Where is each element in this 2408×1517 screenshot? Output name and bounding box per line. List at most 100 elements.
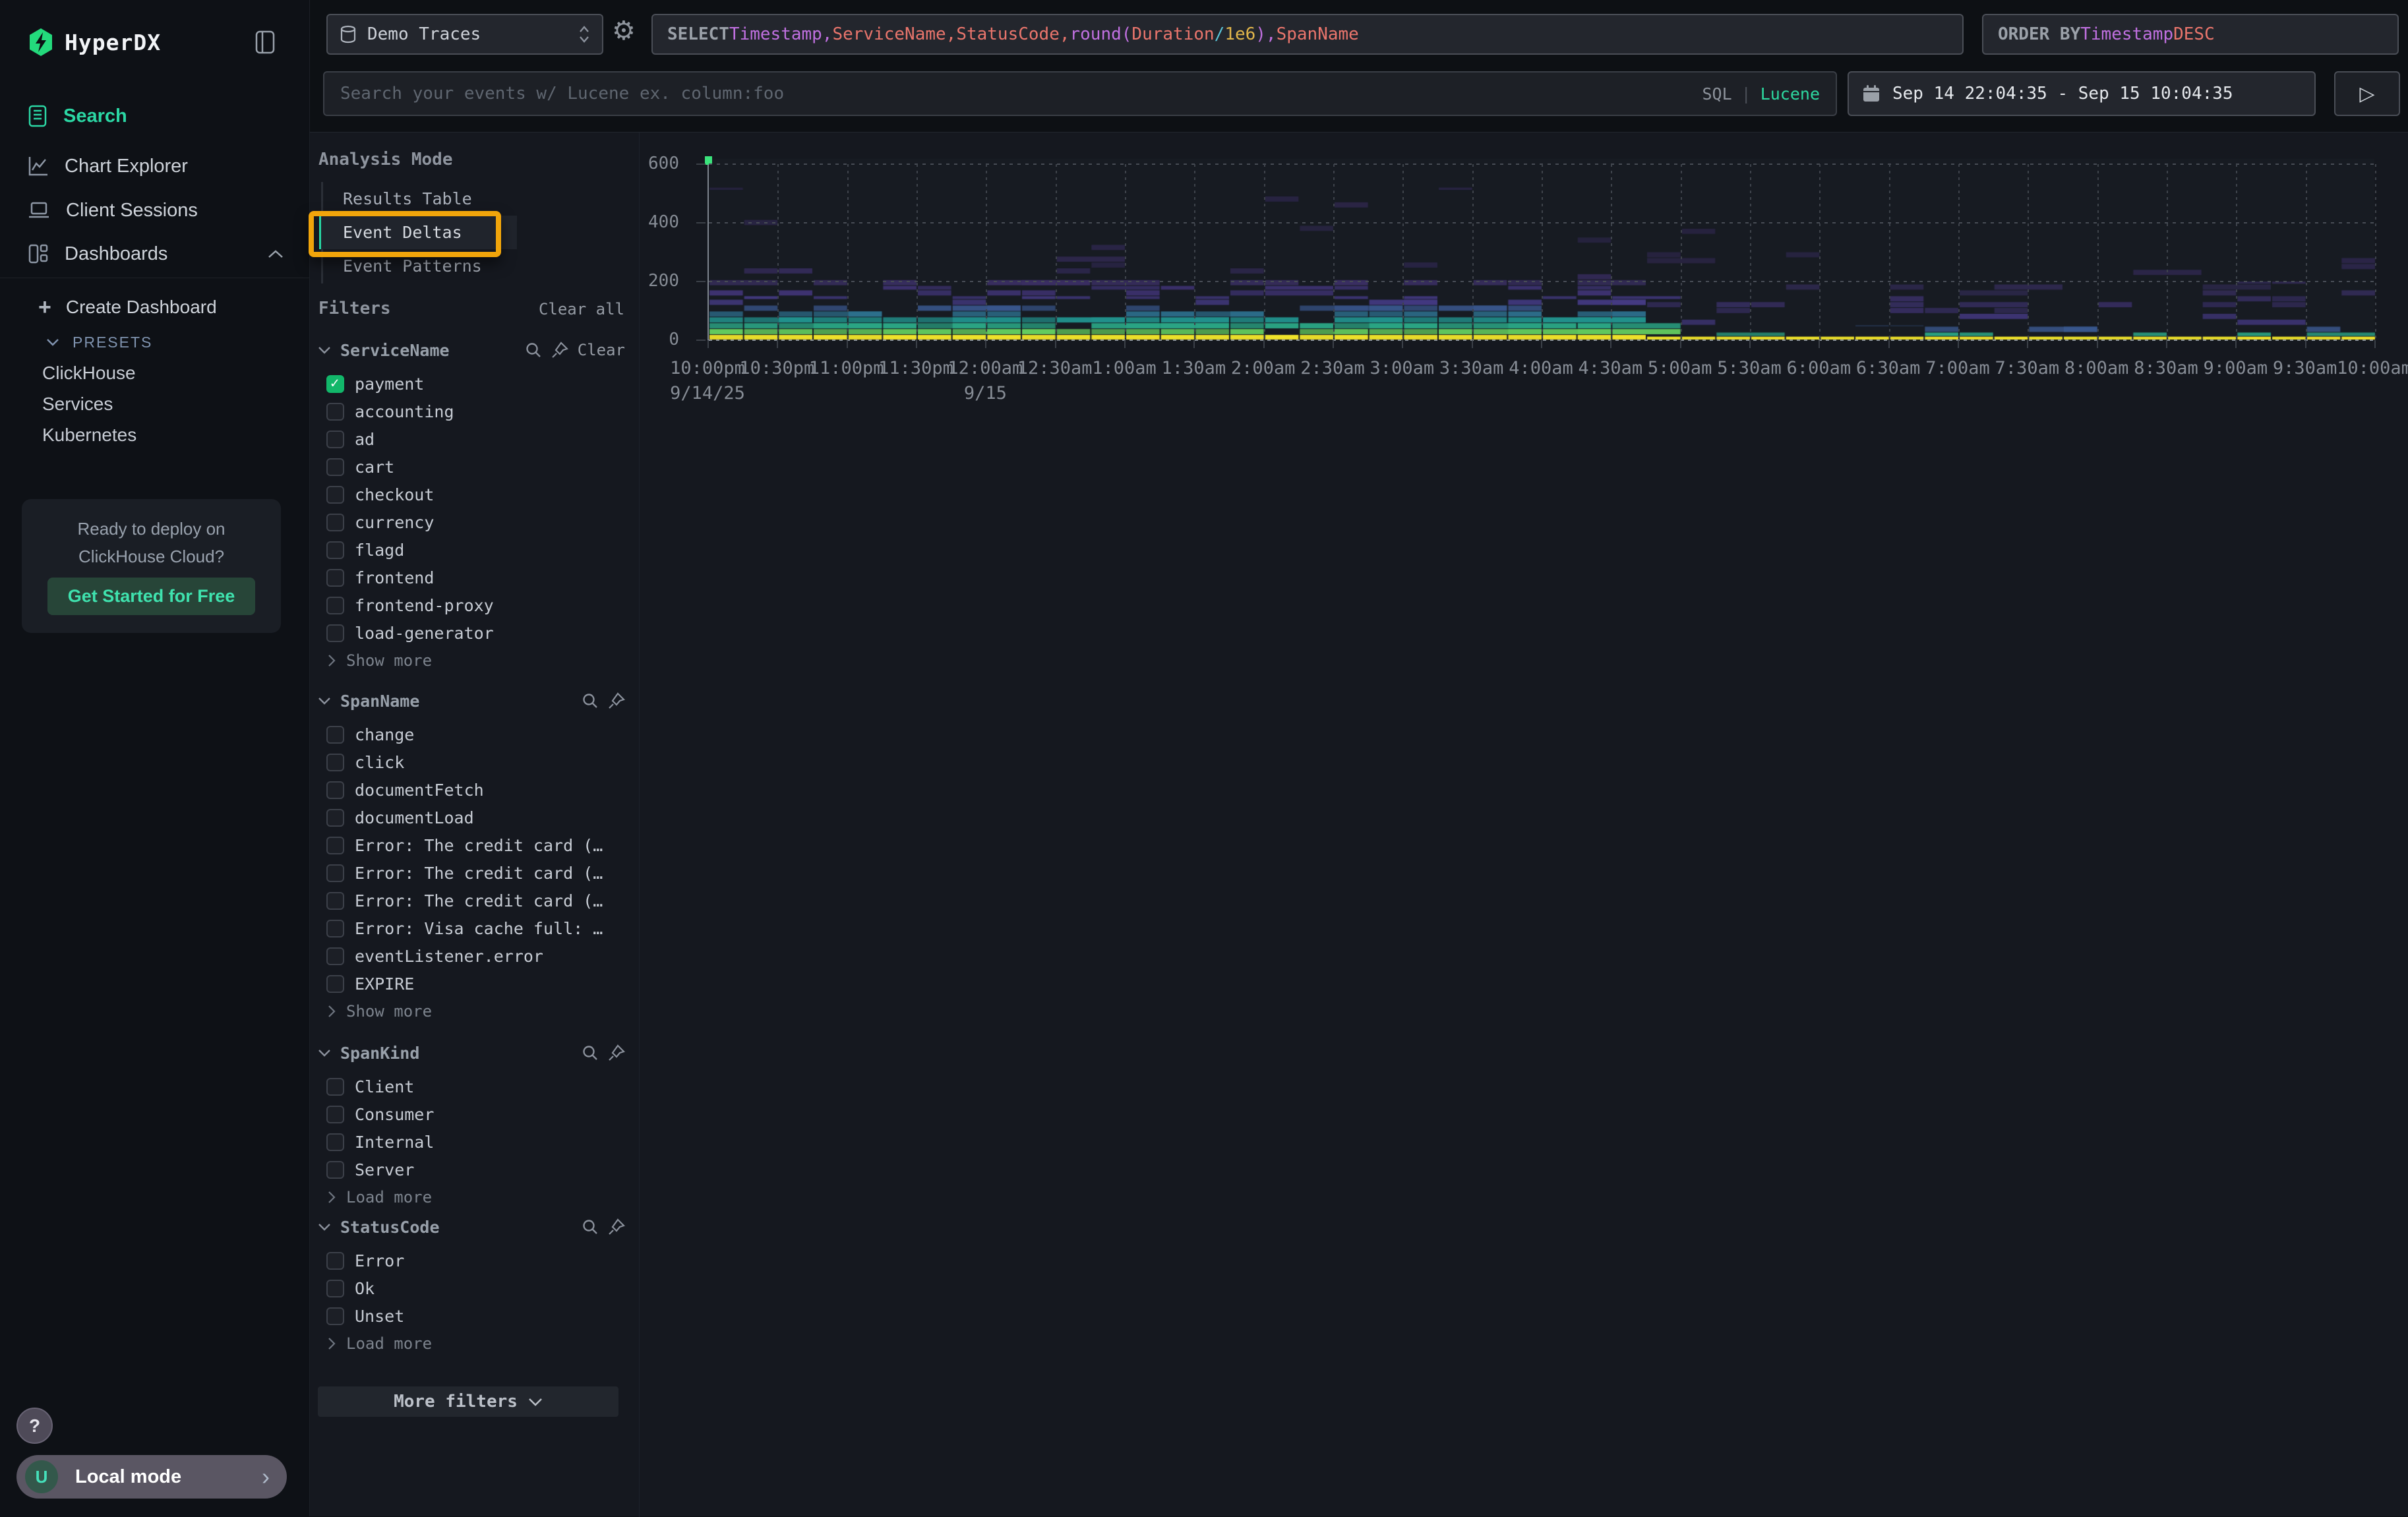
order-by-input[interactable]: ORDER BY Timestamp DESC <box>1982 14 2399 55</box>
checkbox[interactable] <box>326 837 344 854</box>
facet-option-accounting[interactable]: accounting <box>318 400 625 423</box>
facet-option-error-the-credit-card-[interactable]: Error: The credit card (… <box>318 862 625 884</box>
checkbox[interactable] <box>326 597 344 614</box>
sidebar-item-search[interactable]: Search <box>0 98 310 134</box>
facet-option-checkout[interactable]: checkout <box>318 483 625 506</box>
checkbox[interactable] <box>326 1307 344 1325</box>
facet-option-ok[interactable]: Ok <box>318 1277 625 1299</box>
checkbox[interactable] <box>326 892 344 910</box>
checkbox[interactable] <box>326 1252 344 1270</box>
checkbox[interactable] <box>326 975 344 993</box>
preset-clickhouse[interactable]: ClickHouse <box>0 357 310 389</box>
checkbox[interactable] <box>326 403 344 421</box>
facet-option-error-the-credit-card-[interactable]: Error: The credit card (… <box>318 889 625 912</box>
user-menu[interactable]: U Local mode › <box>16 1455 287 1499</box>
search-icon <box>525 342 542 359</box>
search-input[interactable] <box>324 84 1702 104</box>
facet-option-click[interactable]: click <box>318 751 625 773</box>
help-button[interactable]: ? <box>16 1408 53 1444</box>
checkbox[interactable] <box>326 431 344 448</box>
chevron-right-icon: › <box>262 1463 270 1491</box>
get-started-button[interactable]: Get Started for Free <box>47 578 255 615</box>
search-icon <box>582 692 599 709</box>
select-clause-input[interactable]: SELECT Timestamp, ServiceName, StatusCod… <box>651 14 1964 55</box>
checkbox[interactable] <box>326 375 344 393</box>
clear-all-link[interactable]: Clear all <box>539 300 624 318</box>
facet-option-change[interactable]: change <box>318 723 625 746</box>
facet-option-ad[interactable]: ad <box>318 428 625 450</box>
facet-more-link[interactable]: Show more <box>318 649 625 672</box>
facet-header[interactable]: StatusCode <box>318 1216 625 1237</box>
facet-option-currency[interactable]: currency <box>318 511 625 533</box>
gear-icon[interactable]: ⚙ <box>612 16 636 46</box>
facet-option-server[interactable]: Server <box>318 1158 625 1181</box>
facet-servicename: ServiceNameClear payment accounting ad cart c… <box>318 340 625 672</box>
facet-option-documentload[interactable]: documentLoad <box>318 806 625 829</box>
checkbox[interactable] <box>326 809 344 827</box>
checkbox[interactable] <box>326 754 344 771</box>
facet-option-client[interactable]: Client <box>318 1075 625 1098</box>
facet-option-payment[interactable]: payment <box>318 372 625 395</box>
checkbox[interactable] <box>326 1133 344 1151</box>
mode-lucene-toggle[interactable]: Lucene <box>1761 84 1820 104</box>
checkbox[interactable] <box>326 1280 344 1297</box>
facet-option-flagd[interactable]: flagd <box>318 539 625 561</box>
facet-option-documentfetch[interactable]: documentFetch <box>318 779 625 801</box>
facet-option-unset[interactable]: Unset <box>318 1305 625 1327</box>
checkbox[interactable] <box>326 541 344 559</box>
facet-option-internal[interactable]: Internal <box>318 1131 625 1153</box>
facet-header[interactable]: SpanName <box>318 690 625 711</box>
checkbox[interactable] <box>326 569 344 587</box>
facet-header[interactable]: ServiceNameClear <box>318 340 625 361</box>
filters-title: Filters <box>318 299 391 318</box>
facet-option-eventlistener-error[interactable]: eventListener.error <box>318 945 625 967</box>
checkbox[interactable] <box>326 781 344 799</box>
facet-option-consumer[interactable]: Consumer <box>318 1103 625 1125</box>
heatmap-plot-area[interactable] <box>707 159 2374 340</box>
checkbox[interactable] <box>326 458 344 476</box>
facet-more-link[interactable]: Show more <box>318 1000 625 1023</box>
facet-option-load-generator[interactable]: load-generator <box>318 622 625 644</box>
sidebar-item-dashboards[interactable]: Dashboards <box>0 235 310 272</box>
checkbox[interactable] <box>326 726 344 744</box>
checkbox[interactable] <box>326 1078 344 1096</box>
sidebar-collapse-icon[interactable] <box>251 28 280 57</box>
facet-more-link[interactable]: Load more <box>318 1332 625 1355</box>
sidebar-item-client-sessions[interactable]: Client Sessions <box>0 192 310 229</box>
facet-option-cart[interactable]: cart <box>318 456 625 478</box>
run-query-button[interactable]: ▷ <box>2334 71 2400 116</box>
x-axis-tick <box>2166 340 2167 348</box>
facet-option-expire[interactable]: EXPIRE <box>318 972 625 995</box>
checkbox[interactable] <box>326 920 344 937</box>
checkbox[interactable] <box>326 1161 344 1179</box>
facet-more-link[interactable]: Load more <box>318 1186 625 1208</box>
facet-header[interactable]: SpanKind <box>318 1042 625 1063</box>
checkbox[interactable] <box>326 514 344 531</box>
checkbox[interactable] <box>326 624 344 642</box>
preset-services[interactable]: Services <box>0 388 310 420</box>
source-selector[interactable]: Demo Traces <box>326 14 603 55</box>
presets-toggle[interactable]: PRESETS <box>0 326 310 358</box>
analysis-mode-results-table[interactable]: Results Table <box>321 182 519 216</box>
preset-kubernetes[interactable]: Kubernetes <box>0 419 310 451</box>
time-range-picker[interactable]: Sep 14 22:04:35 - Sep 15 10:04:35 <box>1848 71 2316 116</box>
facet-option-frontend-proxy[interactable]: frontend-proxy <box>318 594 625 616</box>
analysis-mode-event-patterns[interactable]: Event Patterns <box>321 249 519 283</box>
checkbox[interactable] <box>326 947 344 965</box>
create-dashboard-button[interactable]: + Create Dashboard <box>0 291 310 323</box>
facet-items: change click documentFetch documentLoad Erro… <box>318 723 625 995</box>
facet-option-error[interactable]: Error <box>318 1249 625 1272</box>
x-axis-label: 1:30am <box>1162 358 1226 378</box>
more-filters-button[interactable]: More filters <box>318 1386 618 1417</box>
facet-option-frontend[interactable]: frontend <box>318 566 625 589</box>
x-axis-label: 7:00am <box>1925 358 1990 378</box>
facet-option-error-visa-cache-full-[interactable]: Error: Visa cache full: … <box>318 917 625 939</box>
analysis-mode-event-deltas[interactable]: Event Deltas <box>319 216 517 249</box>
checkbox[interactable] <box>326 486 344 504</box>
facet-option-error-the-credit-card-[interactable]: Error: The credit card (… <box>318 834 625 856</box>
sidebar-item-chart-explorer[interactable]: Chart Explorer <box>0 148 310 185</box>
facet-clear-link[interactable]: Clear <box>578 341 625 359</box>
checkbox[interactable] <box>326 1106 344 1123</box>
mode-sql-toggle[interactable]: SQL <box>1702 84 1731 104</box>
checkbox[interactable] <box>326 864 344 882</box>
